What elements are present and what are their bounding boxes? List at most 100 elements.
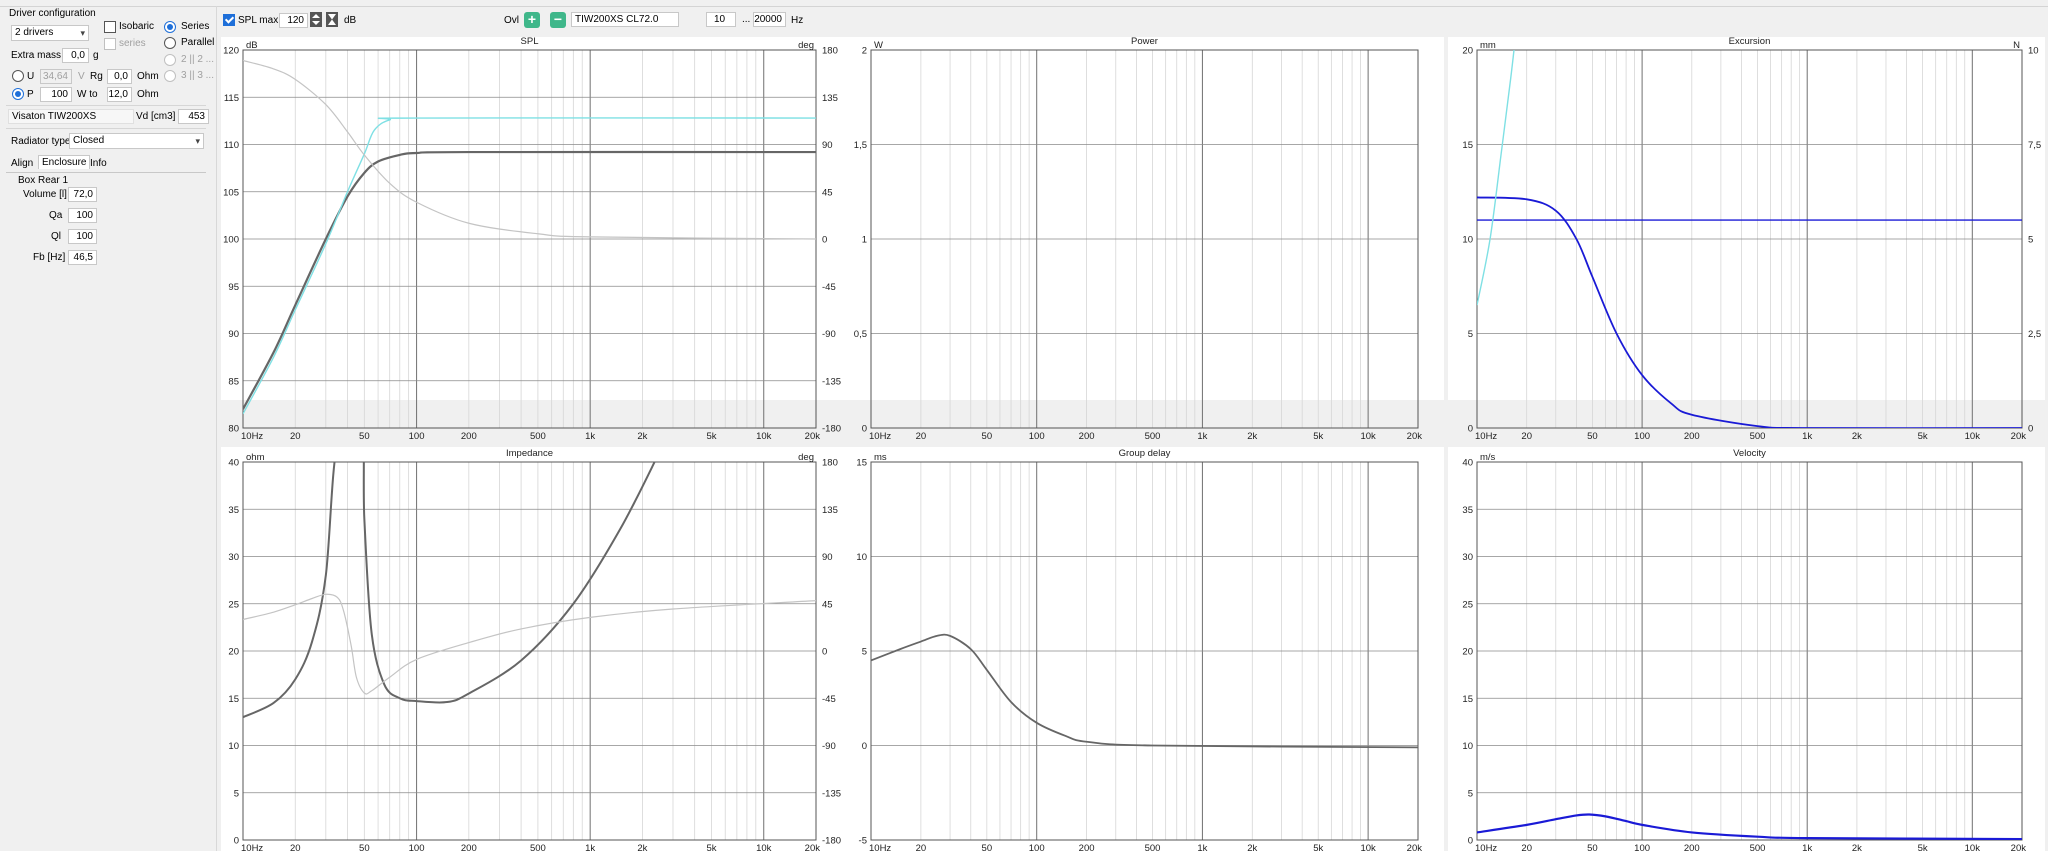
x-tick-label: 100 [1634,431,1650,442]
x-tick-label: 5k [706,843,716,851]
chart-power: 2 1,5 1 0,5 010Hz 20 50 100 200 500 1k 2k 5k 10k 20k Po… [848,36,1444,442]
x-tick-label: 20k [805,843,821,851]
y-tick-label: 20 [1462,46,1473,57]
y2-tick-label: -45 [822,282,836,293]
y-tick-label: 0,5 [854,329,867,340]
chart-title: SPL [521,36,539,47]
y2-tick-label: 0 [822,235,827,246]
x-tick-label: 1k [585,431,595,442]
y2-tick-label: 5 [2028,235,2033,246]
y2-tick-label: 90 [822,140,833,151]
x-tick-label: 20 [1521,843,1532,851]
y-tick-label: 20 [1462,647,1473,658]
charts-area: 120 180115 135110 90105 45100 095 -4590 -9085 -1… [221,36,2045,851]
x-tick-label: 1k [1197,431,1207,442]
y-tick-label: 80 [228,424,239,435]
y-unit-label: ohm [246,452,265,463]
x-tick-label: 500 [1145,843,1161,851]
y2-tick-label: 180 [822,458,838,469]
y2-tick-label: -180 [822,836,841,847]
x-tick-label: 10k [756,843,772,851]
x-tick-label: 20k [1407,431,1423,442]
y-tick-label: 10 [1462,235,1473,246]
y-tick-label: 105 [223,187,239,198]
x-tick-label: 200 [461,843,477,851]
x-tick-label: 20k [805,431,821,442]
y2-unit-label: deg [798,40,814,51]
y-tick-label: 15 [856,458,867,469]
y2-tick-label: 45 [822,187,833,198]
x-tick-label: 20k [2011,843,2027,851]
y2-tick-label: -180 [822,424,841,435]
y-unit-label: mm [1480,40,1496,51]
y-tick-label: 90 [228,329,239,340]
chart-title: Impedance [506,448,553,459]
x-tick-label: 10Hz [1475,431,1497,442]
x-tick-label: 200 [1079,843,1095,851]
chart-title: Power [1131,36,1158,47]
chart-background [221,447,852,851]
x-tick-label: 10Hz [241,431,263,442]
y-tick-label: 0 [862,424,867,435]
y-tick-label: 35 [1462,505,1473,516]
x-tick-label: 50 [982,843,993,851]
y-tick-label: 35 [228,505,239,516]
x-tick-label: 5k [706,431,716,442]
x-tick-label: 500 [1145,431,1161,442]
y2-tick-label: -135 [822,376,841,387]
x-tick-label: 10k [756,431,772,442]
y2-tick-label: 2,5 [2028,329,2041,340]
y-tick-label: 5 [862,647,867,658]
x-tick-label: 1k [1802,431,1812,442]
y2-tick-label: 135 [822,93,838,104]
x-tick-label: 200 [1684,431,1700,442]
x-tick-label: 1k [1802,843,1812,851]
x-tick-label: 50 [359,843,370,851]
x-tick-label: 2k [637,843,647,851]
chart-impedance: 40 18035 13530 9025 4520 015 -4510 -905 -1350 -18… [221,447,852,851]
x-tick-label: 500 [530,843,546,851]
x-tick-label: 50 [982,431,993,442]
y-tick-label: 25 [1462,599,1473,610]
y-tick-label: 10 [856,552,867,563]
x-tick-label: 2k [637,431,647,442]
y-unit-label: dB [246,40,258,51]
y2-unit-label: N [2013,40,2020,51]
y2-tick-label: 7,5 [2028,140,2041,151]
y-tick-label: 40 [228,458,239,469]
x-tick-label: 200 [461,431,477,442]
x-tick-label: 20 [1521,431,1532,442]
x-tick-label: 50 [1587,843,1598,851]
x-tick-label: 10Hz [869,431,891,442]
chart-background [1448,37,2045,400]
y-tick-label: 0 [234,836,239,847]
y2-tick-label: 45 [822,599,833,610]
x-tick-label: 50 [359,431,370,442]
y-tick-label: 15 [1462,694,1473,705]
x-tick-label: 20k [1407,843,1423,851]
y-tick-label: 15 [228,694,239,705]
y-tick-label: 115 [224,93,239,104]
y-tick-label: -5 [859,836,867,847]
y-unit-label: W [874,40,883,51]
x-tick-label: 10Hz [869,843,891,851]
x-tick-label: 50 [1587,431,1598,442]
x-tick-label: 10Hz [241,843,263,851]
y-tick-label: 15 [1462,140,1473,151]
y2-tick-label: 135 [822,505,838,516]
y-tick-label: 1,5 [854,140,867,151]
x-tick-label: 10k [1360,843,1376,851]
x-tick-label: 500 [1750,431,1766,442]
y-tick-label: 30 [228,552,239,563]
chart-background [1448,447,2045,851]
y2-tick-label: -90 [822,329,836,340]
y2-tick-label: 0 [2028,424,2033,435]
y-tick-label: 25 [228,599,239,610]
x-tick-label: 20 [290,843,301,851]
x-tick-label: 200 [1684,843,1700,851]
y-tick-label: 85 [228,376,239,387]
y2-tick-label: -135 [822,788,841,799]
y-tick-label: 20 [228,647,239,658]
x-tick-label: 5k [1313,843,1323,851]
x-tick-label: 500 [530,431,546,442]
